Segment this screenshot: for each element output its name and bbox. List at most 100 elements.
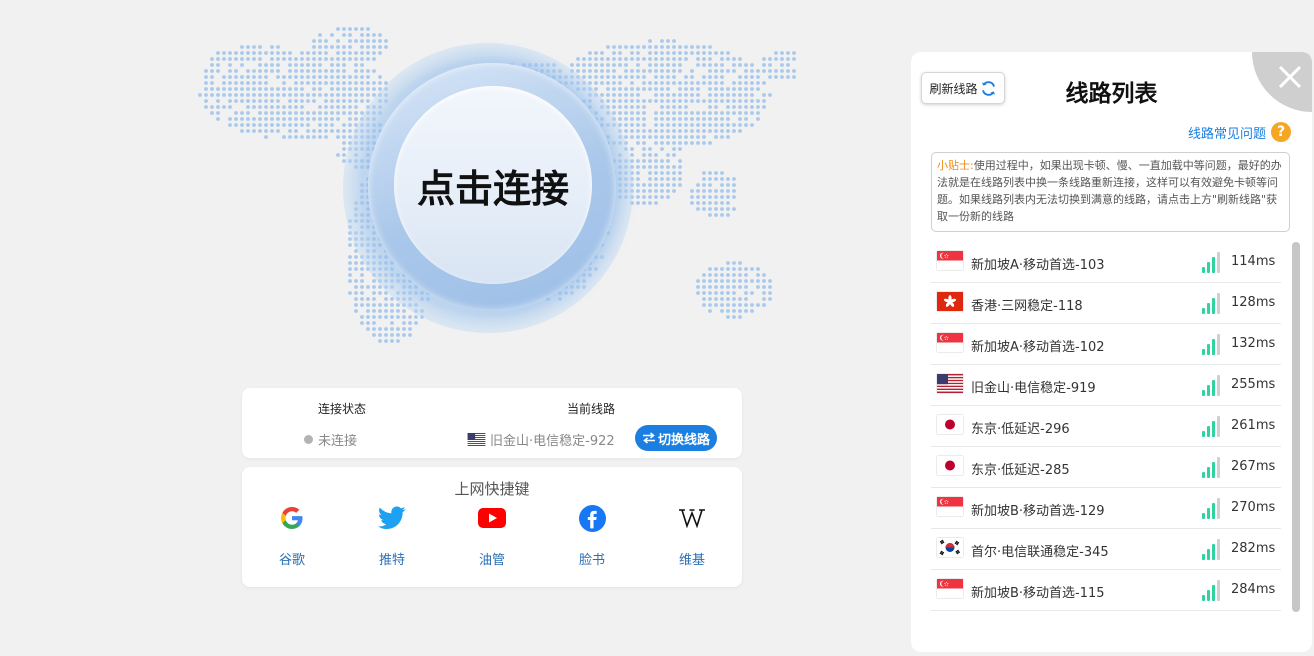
map-dot [726, 51, 730, 55]
map-dot [396, 333, 400, 337]
scroll-thumb[interactable] [1292, 242, 1300, 612]
map-dot [708, 111, 712, 115]
map-dot [672, 63, 676, 67]
shortcut-twitter[interactable]: 推特 [362, 504, 422, 568]
server-name: 新加坡A·移动首选-102 [971, 340, 1105, 355]
map-dot [366, 27, 370, 31]
map-dot [708, 129, 712, 133]
map-dot [234, 99, 238, 103]
faq-link[interactable]: 线路常见问题 [1188, 123, 1266, 142]
map-dot [660, 135, 664, 139]
map-dot [714, 51, 718, 55]
shortcut-google[interactable]: 谷歌 [262, 504, 322, 568]
shortcut-youtube[interactable]: 油管 [462, 504, 522, 568]
map-dot [636, 183, 640, 187]
map-dot [264, 129, 268, 133]
map-dot [660, 141, 664, 145]
map-dot [228, 57, 232, 61]
map-dot [354, 105, 358, 109]
map-dot [324, 123, 328, 127]
map-dot [336, 51, 340, 55]
map-dot [360, 303, 364, 307]
map-dot [738, 81, 742, 85]
refresh-lines-button[interactable]: 刷新线路 [921, 72, 1005, 104]
map-dot [414, 321, 418, 325]
map-dot [618, 111, 622, 115]
map-dot [336, 135, 340, 139]
map-dot [336, 99, 340, 103]
map-dot [240, 87, 244, 91]
map-dot [252, 129, 256, 133]
map-dot [696, 135, 700, 139]
server-row[interactable]: 新加坡B·移动首选-129 270ms [931, 488, 1281, 529]
map-dot [624, 99, 628, 103]
map-dot [330, 111, 334, 115]
server-row[interactable]: 东京·低延迟-285 267ms [931, 447, 1281, 488]
map-dot [306, 99, 310, 103]
server-row[interactable]: 新加坡A·移动首选-103 114ms [931, 242, 1281, 283]
map-dot [708, 309, 712, 313]
map-dot [684, 111, 688, 115]
signal-strength-icon [1202, 415, 1222, 441]
help-question-icon[interactable]: ? [1271, 122, 1291, 142]
swap-arrows-icon [642, 432, 655, 444]
singapore-flag-icon [937, 251, 963, 270]
map-dot [660, 93, 664, 97]
map-dot [720, 297, 724, 301]
map-dot [372, 297, 376, 301]
map-dot [762, 303, 766, 307]
map-dot [660, 105, 664, 109]
server-row[interactable]: 东京·低延迟-296 261ms [931, 406, 1281, 447]
map-dot [714, 105, 718, 109]
server-row[interactable]: 新加坡A·移动首选-102 132ms [931, 324, 1281, 365]
map-dot [642, 69, 646, 73]
map-dot [636, 171, 640, 175]
map-dot [714, 267, 718, 271]
server-row[interactable]: 新加坡B·移动首选-115 284ms [931, 570, 1281, 611]
map-dot [336, 129, 340, 133]
map-dot [294, 135, 298, 139]
map-dot [666, 123, 670, 127]
map-dot [204, 87, 208, 91]
map-dot [354, 285, 358, 289]
map-dot [642, 201, 646, 205]
server-list-scrollbar[interactable] [1292, 242, 1300, 612]
map-dot [732, 309, 736, 313]
shortcut-wikipedia[interactable]: 维基 [662, 504, 722, 568]
map-dot [246, 111, 250, 115]
map-dot [636, 75, 640, 79]
shortcut-facebook[interactable]: 脸书 [562, 504, 622, 568]
connect-button[interactable]: 点击连接 [394, 86, 592, 284]
map-dot [750, 303, 754, 307]
map-dot [636, 177, 640, 181]
map-dot [240, 63, 244, 67]
server-row[interactable]: 旧金山·电信稳定-919 255ms [931, 365, 1281, 406]
map-dot [600, 63, 604, 67]
map-dot [636, 201, 640, 205]
map-dot [306, 57, 310, 61]
map-dot [726, 309, 730, 313]
map-dot [354, 297, 358, 301]
map-dot [402, 309, 406, 313]
map-dot [222, 81, 226, 85]
map-dot [360, 39, 364, 43]
map-dot [582, 63, 586, 67]
map-dot [612, 105, 616, 109]
map-dot [708, 291, 712, 295]
map-dot [654, 189, 658, 193]
server-row[interactable]: 香港·三网稳定-118 128ms [931, 283, 1281, 324]
server-latency: 282ms [1231, 541, 1276, 556]
map-dot [342, 69, 346, 73]
map-dot [702, 291, 706, 295]
map-dot [252, 81, 256, 85]
map-dot [264, 93, 268, 97]
map-dot [762, 273, 766, 277]
us-flag-icon [937, 374, 963, 393]
server-name: 新加坡A·移动首选-103 [971, 258, 1105, 273]
map-dot [696, 117, 700, 121]
server-row[interactable]: 首尔·电信联通稳定-345 282ms [931, 529, 1281, 570]
switch-line-button[interactable]: 切换线路 [635, 425, 717, 451]
map-dot [618, 63, 622, 67]
map-dot [270, 117, 274, 121]
map-dot [210, 105, 214, 109]
